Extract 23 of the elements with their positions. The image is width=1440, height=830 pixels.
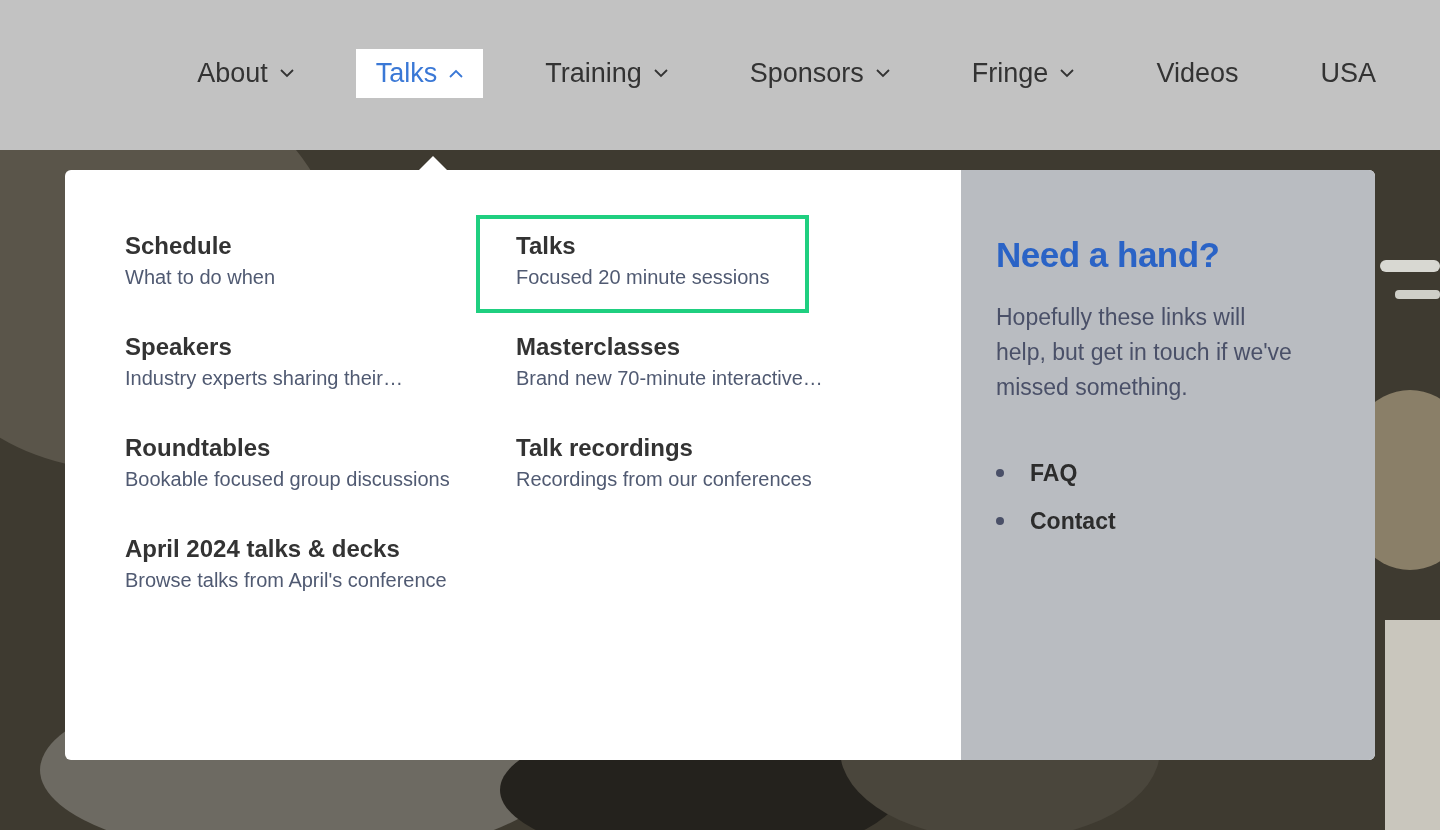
chevron-down-icon [1060, 69, 1075, 78]
nav-link[interactable]: Fringe [951, 49, 1095, 98]
chevron-down-icon [279, 69, 294, 78]
nav-link[interactable]: Sponsors [729, 49, 910, 98]
bullet-icon [996, 469, 1004, 477]
chevron-up-icon [449, 69, 464, 78]
help-link[interactable]: FAQ [1030, 459, 1078, 487]
menu-item[interactable]: Talks Focused 20 minute sessions [476, 215, 810, 313]
nav-link[interactable]: Training [525, 49, 688, 98]
help-heading: Need a hand? [996, 234, 1221, 276]
menu-item[interactable]: Speakers Industry experts sharing their… [85, 316, 443, 414]
menu-item[interactable]: Schedule What to do when [85, 215, 316, 313]
bullet-icon [996, 517, 1004, 525]
menu-item[interactable]: April 2024 talks & decks Browse talks from April's conference [85, 518, 487, 616]
nav-link[interactable]: Talks [355, 49, 484, 98]
help-text: Hopefully these links will help, but get in touch if we've missed something. [996, 303, 1292, 402]
nav-link[interactable]: About [177, 49, 314, 98]
nav-link[interactable]: USA [1300, 49, 1396, 98]
chevron-down-icon [653, 69, 668, 78]
menu-item[interactable]: Masterclasses Brand new 70-minute interactive… [476, 316, 863, 414]
nav-link[interactable]: Videos [1136, 49, 1259, 98]
help-link[interactable]: Contact [1030, 507, 1116, 535]
chevron-down-icon [875, 69, 890, 78]
